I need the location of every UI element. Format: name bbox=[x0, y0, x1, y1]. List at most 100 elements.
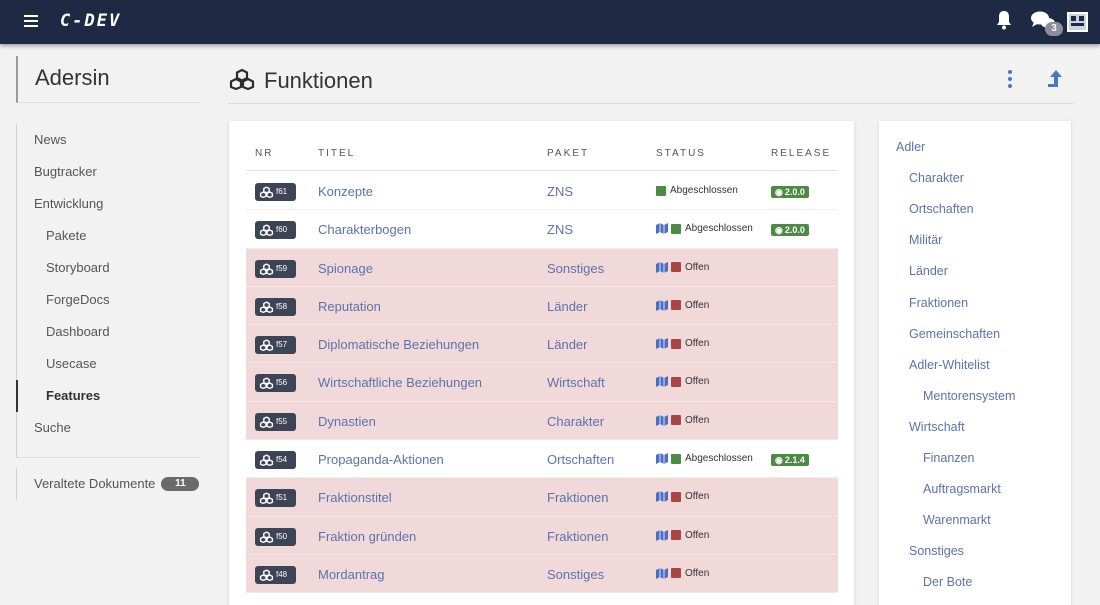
column-header-status[interactable]: STATUS bbox=[656, 148, 706, 159]
feature-number-badge[interactable]: f55 bbox=[255, 412, 296, 431]
map-icon[interactable] bbox=[656, 376, 668, 388]
top-bar: C-DEV 3 bbox=[0, 0, 1100, 44]
toc-link[interactable]: Länder bbox=[909, 264, 948, 278]
bell-icon[interactable] bbox=[995, 10, 1013, 30]
package-link[interactable]: ZNS bbox=[547, 222, 573, 237]
map-icon[interactable] bbox=[656, 261, 668, 273]
feature-title-link[interactable]: Diplomatische Beziehungen bbox=[318, 337, 479, 352]
feature-title-link[interactable]: Mordantrag bbox=[318, 567, 384, 582]
sidebar-item-forgedocs[interactable]: ForgeDocs bbox=[16, 284, 200, 316]
sidebar-item-outdated[interactable]: Veraltete Dokumente 11 bbox=[16, 468, 200, 500]
package-link[interactable]: Fraktionen bbox=[547, 529, 608, 544]
kebab-icon[interactable] bbox=[1006, 70, 1014, 88]
feature-title-link[interactable]: Fraktion gründen bbox=[318, 529, 416, 544]
feature-number-badge[interactable]: f48 bbox=[255, 565, 296, 584]
release-badge[interactable]: ◉ 2.1.4 bbox=[771, 454, 809, 467]
map-icon[interactable] bbox=[656, 529, 668, 541]
table-row[interactable]: f50 Fraktion gründen Fraktionen Offen bbox=[246, 516, 838, 555]
release-badge[interactable]: ◉ 2.0.0 bbox=[771, 186, 809, 198]
sidebar-item-pakete[interactable]: Pakete bbox=[16, 220, 200, 252]
map-icon[interactable] bbox=[656, 491, 668, 503]
column-header-paket[interactable]: PAKET bbox=[547, 148, 589, 159]
release-version: 2.1.4 bbox=[784, 455, 805, 466]
toc-link[interactable]: Sonstiges bbox=[909, 544, 964, 558]
table-row[interactable]: f60 Charakterbogen ZNS Abgeschlossen ◉ 2.0.0 bbox=[246, 210, 838, 249]
toc-link[interactable]: Adler-Whitelist bbox=[909, 358, 990, 372]
feature-title-link[interactable]: Dynastien bbox=[318, 414, 376, 429]
table-row[interactable]: f51 Fraktionstitel Fraktionen Offen bbox=[246, 478, 838, 517]
toc-link[interactable]: Warenmarkt bbox=[923, 513, 991, 527]
feature-number-badge[interactable]: f56 bbox=[255, 374, 296, 393]
toc-link[interactable]: Der Bote bbox=[923, 575, 972, 589]
table-row[interactable]: f55 Dynastien Charakter Offen bbox=[246, 401, 838, 441]
feature-title-link[interactable]: Reputation bbox=[318, 299, 381, 314]
map-icon[interactable] bbox=[656, 414, 668, 426]
sidebar-item-dashboard[interactable]: Dashboard bbox=[16, 316, 200, 348]
column-header-nr[interactable]: NR bbox=[255, 148, 273, 159]
package-link[interactable]: Ortschaften bbox=[547, 452, 614, 467]
feature-title-link[interactable]: Charakterbogen bbox=[318, 222, 411, 237]
sidebar-item-features[interactable]: Features bbox=[16, 380, 200, 412]
avatar[interactable] bbox=[1067, 12, 1088, 32]
feature-title-link[interactable]: Konzepte bbox=[318, 184, 373, 199]
package-link[interactable]: Charakter bbox=[547, 414, 604, 429]
map-icon[interactable] bbox=[656, 453, 668, 465]
toc-link[interactable]: Fraktionen bbox=[909, 296, 968, 310]
package-link[interactable]: ZNS bbox=[547, 184, 573, 199]
package-link[interactable]: Sonstiges bbox=[547, 261, 604, 276]
package-link[interactable]: Länder bbox=[547, 337, 587, 352]
toc-link[interactable]: Finanzen bbox=[923, 451, 974, 465]
feature-number: f57 bbox=[276, 340, 288, 350]
map-icon[interactable] bbox=[656, 338, 668, 350]
package-link[interactable]: Sonstiges bbox=[547, 567, 604, 582]
upload-icon[interactable] bbox=[1046, 68, 1064, 90]
table-row[interactable]: f57 Diplomatische Beziehungen Länder Offen bbox=[246, 325, 838, 364]
hamburger-icon[interactable] bbox=[24, 15, 38, 27]
toc-link[interactable]: Charakter bbox=[909, 171, 964, 185]
package-link[interactable]: Fraktionen bbox=[547, 490, 608, 505]
project-title[interactable]: Adersin bbox=[16, 56, 200, 103]
toc-link[interactable]: Gemeinschaften bbox=[909, 327, 1000, 341]
toc-link[interactable]: Auftragsmarkt bbox=[923, 482, 1001, 496]
sidebar-item-suche[interactable]: Suche bbox=[16, 412, 200, 444]
table-row[interactable]: f54 Propaganda-Aktionen Ortschaften Abgesch… bbox=[246, 440, 838, 479]
table-row[interactable]: f61 Konzepte ZNS Abgeschlossen ◉ 2.0.0 bbox=[246, 172, 838, 211]
toc-link[interactable]: Ortschaften bbox=[909, 202, 974, 216]
release-badge[interactable]: ◉ 2.0.0 bbox=[771, 224, 809, 237]
table-row[interactable]: f56 Wirtschaftliche Beziehungen Wirtschaft… bbox=[246, 363, 838, 402]
sidebar-item-bugtracker[interactable]: Bugtracker bbox=[16, 156, 200, 188]
sidebar-item-entwicklung[interactable]: Entwicklung bbox=[16, 188, 200, 220]
map-icon[interactable] bbox=[656, 223, 668, 235]
package-link[interactable]: Länder bbox=[547, 299, 587, 314]
toc-link[interactable]: Militär bbox=[909, 233, 942, 247]
package-link[interactable]: Wirtschaft bbox=[547, 375, 605, 390]
feature-title-link[interactable]: Spionage bbox=[318, 261, 373, 276]
map-icon[interactable] bbox=[656, 567, 668, 579]
sidebar-item-news[interactable]: News bbox=[16, 124, 200, 156]
feature-number-badge[interactable]: f59 bbox=[255, 259, 296, 278]
column-header-titel[interactable]: TITEL bbox=[318, 148, 355, 159]
sidebar-item-storyboard[interactable]: Storyboard bbox=[16, 252, 200, 284]
app-logo[interactable]: C-DEV bbox=[60, 11, 121, 31]
feature-number-badge[interactable]: f58 bbox=[255, 297, 296, 316]
feature-number-badge[interactable]: f54 bbox=[255, 451, 296, 470]
table-row[interactable]: f48 Mordantrag Sonstiges Offen bbox=[246, 554, 838, 594]
feature-title-link[interactable]: Propaganda-Aktionen bbox=[318, 452, 444, 467]
feature-number-badge[interactable]: f50 bbox=[255, 527, 296, 546]
feature-number-badge[interactable]: f51 bbox=[255, 489, 296, 508]
toc-link[interactable]: Mentorensystem bbox=[923, 389, 1015, 403]
features-table-card: NR TITEL PAKET STATUS RELEASE f61 Konzept… bbox=[229, 121, 854, 605]
feature-title-link[interactable]: Wirtschaftliche Beziehungen bbox=[318, 375, 482, 390]
toc-link[interactable]: Wirtschaft bbox=[909, 420, 965, 434]
table-row[interactable]: f58 Reputation Länder Offen bbox=[246, 286, 838, 326]
feature-number-badge[interactable]: f61 bbox=[255, 183, 296, 201]
feature-number-badge[interactable]: f57 bbox=[255, 336, 296, 355]
status-indicator bbox=[671, 262, 681, 273]
feature-number-badge[interactable]: f60 bbox=[255, 221, 296, 240]
map-icon[interactable] bbox=[656, 299, 668, 311]
table-row[interactable]: f59 Spionage Sonstiges Offen bbox=[246, 248, 838, 287]
feature-title-link[interactable]: Fraktionstitel bbox=[318, 490, 392, 505]
toc-link[interactable]: Adler bbox=[896, 140, 925, 154]
sidebar-item-usecase[interactable]: Usecase bbox=[16, 348, 200, 380]
column-header-release[interactable]: RELEASE bbox=[771, 148, 831, 159]
